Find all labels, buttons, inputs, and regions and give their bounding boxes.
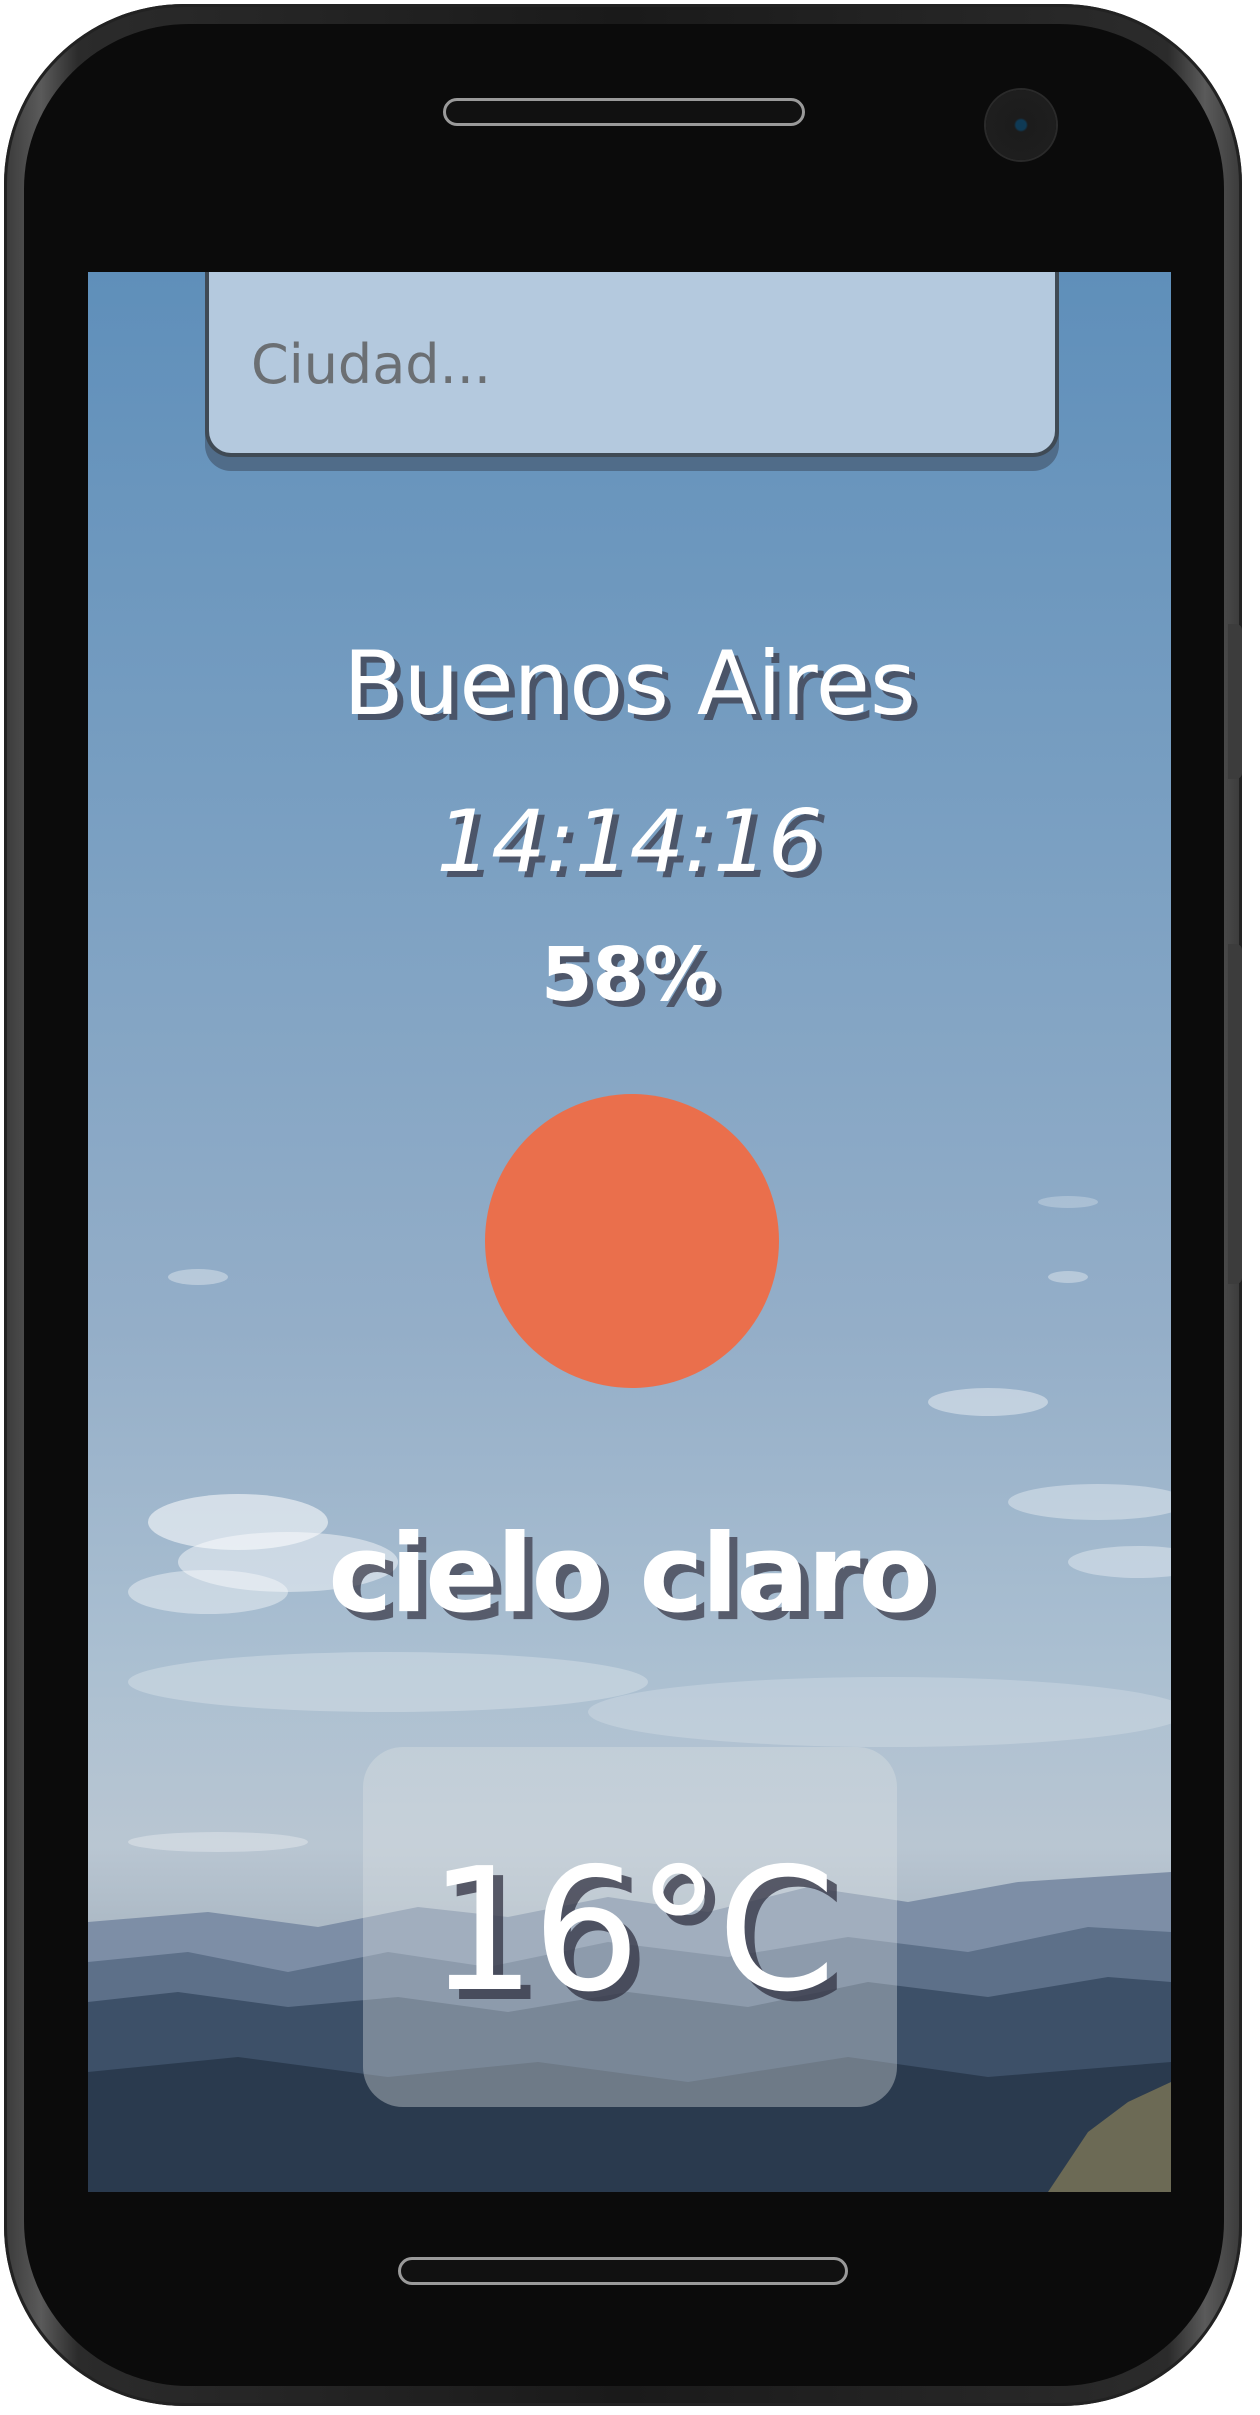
weather-description: cielo claro xyxy=(328,1512,932,1637)
search-box xyxy=(205,272,1059,457)
bottom-speaker xyxy=(398,2257,848,2285)
local-time: 14:14:16 xyxy=(436,792,823,892)
temperature-value: 16°C xyxy=(427,1832,836,2030)
sun-icon xyxy=(485,1094,779,1388)
app-screen: Buenos Aires 14:14:16 58% cielo claro 16… xyxy=(88,272,1171,2192)
volume-button xyxy=(1228,624,1242,779)
camera-icon xyxy=(986,90,1056,160)
search-input[interactable] xyxy=(251,324,1011,404)
temperature-card: 16°C xyxy=(363,1747,897,2107)
earpiece-speaker xyxy=(443,98,805,126)
humidity-value: 58% xyxy=(540,932,719,1018)
power-button xyxy=(1228,944,1242,1284)
city-name: Buenos Aires xyxy=(343,632,916,735)
